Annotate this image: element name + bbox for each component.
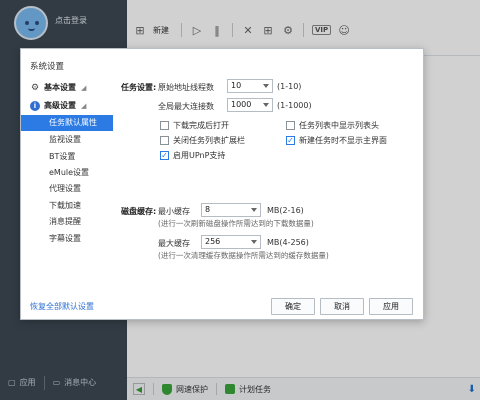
settings-nav: 系统设置 ⚙ 基本设置 ◢ i 高级设置 ◢ 任务默认属性 监视设置 BT设置 … [21,49,113,319]
max-conn-select[interactable]: 1000 [227,98,273,112]
nav-section-advanced-label: 高级设置 [44,101,76,110]
dropdown-arrow-icon [251,240,257,244]
orig-threads-select[interactable]: 10 [227,79,273,93]
max-cache-label: 最大缓存 [158,239,190,248]
max-conn-value: 1000 [231,100,252,109]
nav-item-bt[interactable]: BT设置 [21,149,113,165]
checkbox-label: 下载完成后打开 [173,121,229,130]
chevron-icon: ◢ [81,83,87,92]
checkbox-hide-main-on-new[interactable]: ✓ 新建任务时不显示主界面 [286,135,387,146]
dropdown-arrow-icon [251,208,257,212]
nav-item-proxy[interactable]: 代理设置 [21,181,113,197]
nav-item-notification[interactable]: 消息提醒 [21,214,113,230]
nav-item-monitor[interactable]: 监视设置 [21,132,113,148]
checkbox-close-extension-bar[interactable]: 关闭任务列表扩展栏 [160,135,245,146]
settings-content: 任务设置: 原始地址线程数 10 (1-10) 全局最大连接数 1000 (1-… [113,49,425,319]
min-cache-range: MB(2-16) [267,206,304,215]
min-cache-hint: (进行一次刷新磁盘操作所需达到的下载数据量) [158,219,314,228]
min-cache-value: 8 [205,205,211,214]
checkbox-label: 启用UPnP支持 [173,151,226,160]
nav-item-acceleration[interactable]: 下载加速 [21,198,113,214]
max-cache-value: 256 [205,237,221,246]
orig-threads-label: 原始地址线程数 [158,83,214,92]
checkbox-box [286,121,295,130]
chevron-icon: ◢ [81,101,87,110]
max-cache-select[interactable]: 256 [201,235,261,249]
cache-section-title: 磁盘缓存: [121,207,157,216]
settings-dialog: 系统设置 ⚙ 基本设置 ◢ i 高级设置 ◢ 任务默认属性 监视设置 BT设置 … [20,48,424,320]
nav-section-basic-label: 基本设置 [44,83,76,92]
orig-threads-value: 10 [231,81,242,90]
min-cache-label: 最小缓存 [158,207,190,216]
nav-item-task-defaults[interactable]: 任务默认属性 [21,115,113,131]
checkbox-box [160,121,169,130]
checkbox-label: 关闭任务列表扩展栏 [173,136,245,145]
max-cache-hint: (进行一次清理缓存数据操作所需达到的缓存数据量) [158,251,329,260]
max-cache-range: MB(4-256) [267,238,309,247]
checkbox-label: 任务列表中显示列表头 [299,121,379,130]
nav-section-basic[interactable]: ⚙ 基本设置 ◢ [30,82,86,93]
checkbox-label: 新建任务时不显示主界面 [299,136,387,145]
checkbox-show-list-header[interactable]: 任务列表中显示列表头 [286,120,379,131]
ok-button[interactable]: 确定 [271,298,315,315]
checkbox-box-checked: ✓ [286,136,295,145]
checkbox-open-after-download[interactable]: 下载完成后打开 [160,120,229,131]
checkbox-box [160,136,169,145]
task-section-title: 任务设置: [121,83,157,92]
min-cache-select[interactable]: 8 [201,203,261,217]
checkbox-box-checked: ✓ [160,151,169,160]
nav-item-emule[interactable]: eMule设置 [21,165,113,181]
restore-defaults-link[interactable]: 恢复全部默认设置 [30,301,94,312]
checkbox-enable-upnp[interactable]: ✓ 启用UPnP支持 [160,150,225,161]
max-conn-range: (1-1000) [277,101,312,110]
apply-button[interactable]: 应用 [369,298,413,315]
info-icon: i [30,100,40,111]
gear-icon: ⚙ [30,82,40,93]
orig-threads-range: (1-10) [277,82,302,91]
nav-section-advanced[interactable]: i 高级设置 ◢ [30,100,86,111]
dropdown-arrow-icon [263,103,269,107]
dropdown-arrow-icon [263,84,269,88]
max-conn-label: 全局最大连接数 [158,102,214,111]
cancel-button[interactable]: 取消 [320,298,364,315]
dialog-title: 系统设置 [30,62,65,72]
nav-item-subtitle[interactable]: 字幕设置 [21,231,113,247]
